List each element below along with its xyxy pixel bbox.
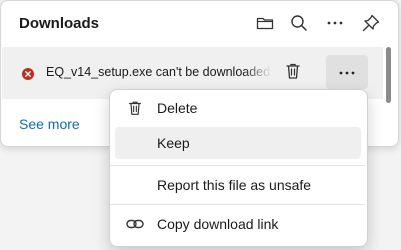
menu-item-delete[interactable]: Delete [115,92,361,124]
error-icon [22,67,34,80]
more-options-icon[interactable] [323,11,347,35]
menu-item-label: Copy download link [157,216,279,232]
link-icon [125,214,145,234]
menu-item-report-unsafe[interactable]: Report this file as unsafe [115,169,361,201]
menu-divider [110,165,365,166]
trash-icon [125,98,145,118]
menu-item-label: Report this file as unsafe [157,177,312,193]
delete-button[interactable] [281,61,305,85]
menu-item-keep[interactable]: Keep [115,127,361,159]
pin-icon[interactable] [359,11,383,35]
menu-item-copy-link[interactable]: Copy download link [115,208,361,240]
menu-item-label: Keep [157,135,190,151]
panel-title: Downloads [19,15,100,32]
download-filename: EQ_v14_setup.exe can't be downloaded [46,65,271,79]
menu-item-label: Delete [157,100,198,116]
scrollbar[interactable] [386,47,391,103]
more-options-icon [338,63,356,81]
search-icon[interactable] [287,11,311,35]
trash-icon [283,61,303,86]
more-actions-button[interactable] [326,55,368,89]
context-menu: Delete Keep Report this file as unsafe C… [109,89,368,247]
see-more-link[interactable]: See more [19,116,80,132]
menu-divider [110,204,365,205]
folder-icon[interactable] [253,11,277,35]
